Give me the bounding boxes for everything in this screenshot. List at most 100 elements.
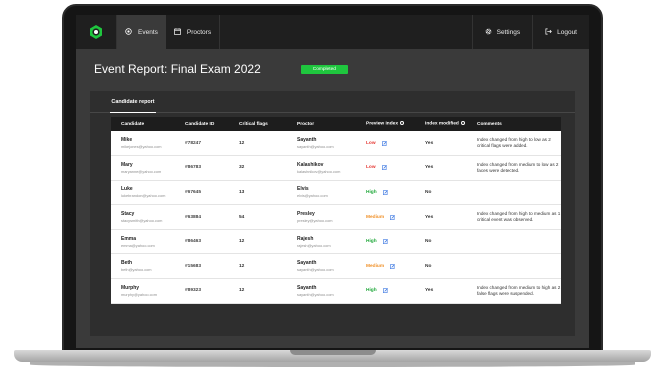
candidate-table-wrap: Candidate Candidate ID Critical flags Pr… — [111, 117, 561, 305]
proctor-name: Sayanth — [297, 260, 317, 267]
index-modified: No — [425, 189, 432, 195]
index-modified: Yes — [425, 165, 434, 171]
candidate-id: #89323 — [185, 288, 202, 294]
logo-icon[interactable] — [76, 15, 116, 49]
gear-icon — [485, 28, 492, 37]
table-row[interactable]: Stacy stacysmith@yahoo.com #63884 54 Pre… — [111, 204, 561, 230]
critical-flags: 12 — [239, 140, 245, 146]
comment — [467, 180, 561, 205]
candidate-table: Candidate Candidate ID Critical flags Pr… — [111, 117, 561, 304]
proctor-email: sayanth@yahoo.com — [297, 144, 334, 150]
proctor-name: Elvis — [297, 186, 309, 193]
critical-flags: 13 — [239, 189, 245, 195]
logout-button[interactable]: Logout — [533, 15, 589, 49]
critical-flags: 12 — [239, 263, 245, 269]
edit-icon[interactable] — [382, 190, 388, 195]
candidate-name: Stacy — [121, 211, 135, 218]
nav-tab-events[interactable]: Events — [117, 15, 166, 49]
critical-flags: 32 — [239, 165, 245, 171]
index-modified: Yes — [425, 140, 434, 146]
candidate-id: #15683 — [185, 263, 202, 269]
proctor-name: Rajesh — [297, 235, 314, 242]
comment: Index changed from medium to low as 2 fa… — [477, 161, 559, 173]
edit-icon[interactable] — [390, 263, 396, 269]
page-title: Event Report: Final Exam 2022 — [94, 62, 261, 76]
comment — [467, 254, 561, 279]
candidate-name: Mary — [121, 161, 133, 168]
comment: Index changed from medium to high as 2 f… — [477, 284, 561, 296]
index-modified: Yes — [425, 214, 434, 220]
candidate-name: Emma — [121, 235, 137, 242]
table-row[interactable]: Mike mikejones@yahoo.com #78247 12 Sayan… — [111, 131, 561, 156]
candidate-name: Mike — [121, 137, 133, 144]
column-header: Candidate — [121, 121, 145, 127]
page-header: Event Report: Final Exam 2022 Completed — [76, 49, 589, 89]
edit-icon[interactable] — [381, 165, 387, 171]
candidate-email: maryanne@yahoo.com — [121, 168, 162, 174]
logout-label: Logout — [557, 28, 577, 36]
nav-divider — [219, 15, 221, 49]
preview-index: High — [366, 288, 377, 294]
edit-icon[interactable] — [382, 288, 388, 294]
candidate-id: #63884 — [185, 214, 202, 220]
preview-index: Low — [366, 140, 376, 146]
candidate-email: stacysmith@yahoo.com — [121, 218, 163, 224]
preview-index: High — [366, 239, 377, 245]
column-header-preview-index: Preview index — [356, 117, 415, 131]
table-row[interactable]: Beth beth@yahoo.com #15683 12 Sayanth sa… — [111, 253, 561, 279]
candidate-id: #78247 — [185, 140, 202, 146]
table-row[interactable]: Luke lukebrandon@yahoo.com #67645 13 Elv… — [111, 180, 561, 205]
column-header-index-modified: Index modified — [415, 117, 467, 131]
candidate-id: #67645 — [185, 189, 202, 195]
candidate-id: #86783 — [185, 165, 202, 171]
index-modified: No — [425, 239, 432, 245]
edit-icon[interactable] — [390, 214, 396, 220]
laptop-scene: Events Proctors Settings Logout Event Re… — [0, 0, 665, 374]
column-header: Critical flags — [239, 121, 268, 127]
info-icon[interactable] — [460, 121, 465, 126]
edit-icon[interactable] — [382, 239, 388, 245]
comment: Index changed from high to low as 2 crit… — [477, 137, 551, 149]
table-row[interactable]: Emma emma@yahoo.com #86463 12 Rajesh raj… — [111, 229, 561, 254]
nav-tab-proctors[interactable]: Proctors — [166, 15, 219, 49]
comment — [467, 229, 561, 254]
proctor-email: sayanth@yahoo.com — [297, 267, 334, 273]
candidate-id: #86463 — [185, 239, 202, 245]
critical-flags: 12 — [239, 239, 245, 245]
report-tabs: Candidate report — [90, 91, 575, 113]
candidate-email: murphy@yahoo.com — [121, 291, 157, 297]
table-row[interactable]: Mary maryanne@yahoo.com #86783 32 Kalash… — [111, 155, 561, 181]
candidate-email: mikejones@yahoo.com — [121, 144, 162, 150]
calendar-icon — [174, 27, 181, 37]
laptop-shadow — [30, 362, 635, 367]
proctor-name: Presley — [297, 211, 315, 218]
preview-index: Low — [366, 165, 376, 171]
proctor-email: elvis@yahoo.com — [297, 193, 328, 199]
index-modified: Yes — [425, 288, 434, 294]
top-nav: Events Proctors Settings Logout — [76, 15, 589, 49]
table-header-row: Candidate Candidate ID Critical flags Pr… — [111, 117, 561, 131]
proctor-name: Sayanth — [297, 284, 317, 291]
tab-candidate-report[interactable]: Candidate report — [110, 91, 156, 113]
proctor-email: kalashnikov@yahoo.com — [297, 168, 341, 174]
settings-button[interactable]: Settings — [473, 15, 533, 49]
critical-flags: 54 — [239, 214, 245, 220]
proctor-name: Sayanth — [297, 137, 317, 144]
nav-events-label: Events — [138, 28, 158, 36]
candidate-name: Murphy — [121, 284, 140, 291]
proctor-email: rajesh@yahoo.com — [297, 242, 331, 248]
app-screen: Events Proctors Settings Logout Event Re… — [76, 15, 589, 348]
comment: Index changed from high to medium as 1 c… — [477, 211, 561, 223]
candidate-email: emma@yahoo.com — [121, 242, 155, 248]
logout-icon — [545, 28, 552, 37]
table-row[interactable]: Murphy murphy@yahoo.com #89323 12 Sayant… — [111, 278, 561, 304]
preview-index: Medium — [366, 263, 385, 269]
info-icon[interactable] — [400, 121, 404, 126]
report-panel: Candidate report Candidate Candidate ID … — [90, 91, 575, 336]
proctor-name: Kalashikov — [297, 161, 324, 168]
edit-icon[interactable] — [381, 140, 387, 146]
column-header: Candidate ID — [185, 121, 215, 127]
preview-index: High — [366, 189, 377, 195]
events-icon — [125, 27, 132, 37]
proctor-email: presley@yahoo.com — [297, 218, 333, 224]
